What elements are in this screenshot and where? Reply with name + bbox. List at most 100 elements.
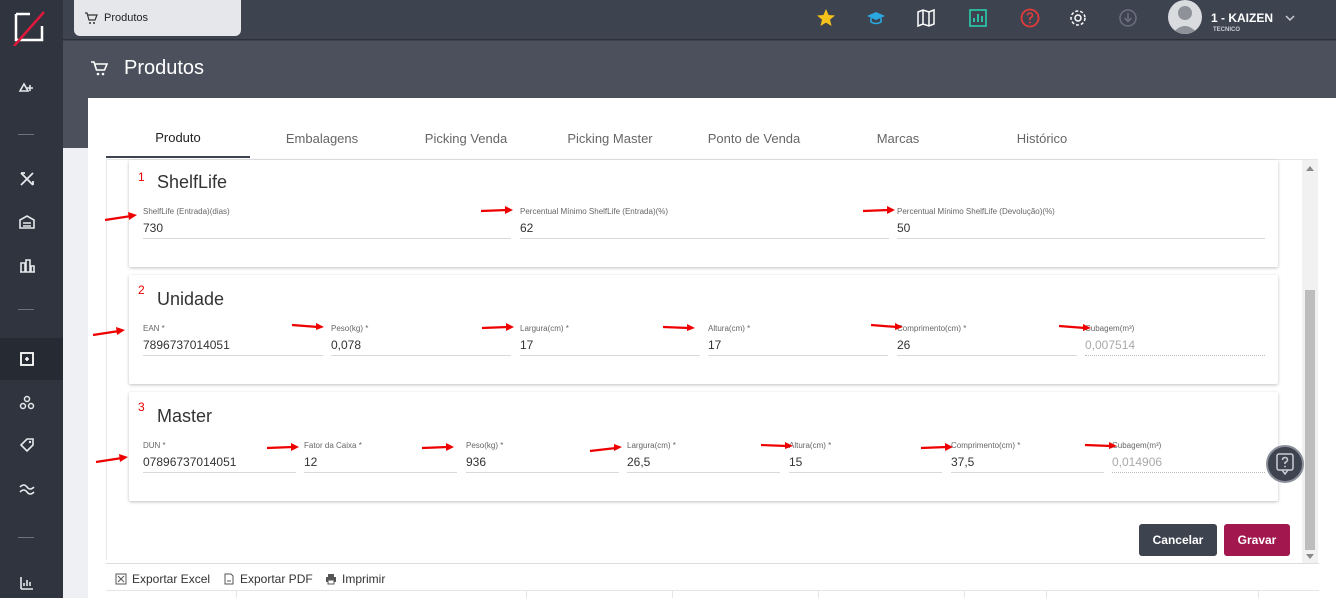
buildings-icon[interactable]: [16, 255, 38, 277]
field-value[interactable]: 26: [897, 338, 1077, 356]
field-label: Percentual Mínimo ShelfLife (Entrada)(%): [520, 207, 669, 216]
field-label: EAN *: [143, 324, 165, 333]
annotation-number: 2: [138, 283, 145, 297]
section-title: ShelfLife: [157, 172, 228, 192]
chevron-down-icon[interactable]: [1283, 11, 1297, 25]
tab-marcas[interactable]: Marcas: [826, 118, 970, 158]
star-icon[interactable]: [815, 7, 837, 29]
field-value[interactable]: 15: [789, 455, 942, 473]
map-icon[interactable]: [915, 7, 937, 29]
annotation-arrow: [760, 442, 793, 449]
field-value[interactable]: 730: [143, 221, 511, 239]
top-bar: Produtos 1 - KAIZEN TECNICO: [63, 0, 1336, 40]
user-name[interactable]: 1 - KAIZEN: [1211, 11, 1273, 25]
export-excel-button[interactable]: Exportar Excel: [115, 572, 210, 586]
field-label: Altura(cm) *: [708, 324, 751, 333]
annotation-arrow: [291, 323, 324, 330]
field-label: Fator da Caixa *: [304, 441, 362, 450]
field-value[interactable]: 37,5: [951, 455, 1104, 473]
field-value[interactable]: 07896737014051: [143, 455, 296, 473]
field-label: DUN *: [143, 441, 166, 450]
avatar[interactable]: [1168, 0, 1202, 34]
excel-icon: [115, 573, 127, 585]
gear-icon[interactable]: [1067, 7, 1089, 29]
graduation-cap-icon[interactable]: [865, 7, 887, 29]
field-label: Largura(cm) *: [627, 441, 676, 450]
field-label: Largura(cm) *: [520, 324, 569, 333]
section-title: Unidade: [157, 289, 225, 309]
annotation-arrow: [95, 454, 128, 464]
help-icon[interactable]: [1019, 7, 1041, 29]
field-value[interactable]: 50: [897, 221, 1265, 239]
tab-picking-master[interactable]: Picking Master: [538, 118, 682, 158]
field-value[interactable]: 12: [304, 455, 457, 473]
help-chat-button[interactable]: [1266, 445, 1304, 483]
annotation-arrow: [104, 212, 137, 222]
chart-icon[interactable]: [967, 7, 989, 29]
save-button[interactable]: Gravar: [1224, 524, 1290, 556]
print-button[interactable]: Imprimir: [325, 572, 385, 586]
export-excel-label: Exportar Excel: [132, 572, 211, 586]
field-value[interactable]: 17: [520, 338, 700, 356]
tab-historico[interactable]: Histórico: [970, 118, 1114, 158]
field-label: Percentual Mínimo ShelfLife (Devolução)(…: [897, 207, 1055, 216]
page-title: Produtos: [124, 57, 205, 79]
tab-produto[interactable]: Produto: [106, 118, 250, 158]
annotation-arrow: [1058, 324, 1091, 331]
product-icon[interactable]: [16, 348, 38, 370]
cancel-button[interactable]: Cancelar: [1139, 524, 1217, 556]
annotation-arrow: [480, 206, 513, 214]
field-value[interactable]: 0,078: [331, 338, 511, 356]
tab-bar: Produto Embalagens Picking Venda Picking…: [106, 118, 1306, 158]
scale-icon[interactable]: [16, 76, 38, 98]
field-value[interactable]: 17: [708, 338, 888, 356]
footer-toolbar: Exportar Excel Exportar PDF Imprimir: [106, 563, 1319, 598]
field-value[interactable]: 26,5: [627, 455, 780, 473]
annotation-arrow: [862, 206, 895, 214]
field-value[interactable]: 936: [466, 455, 619, 473]
boxes-icon[interactable]: [16, 392, 38, 414]
tab-picking-venda[interactable]: Picking Venda: [394, 118, 538, 158]
warehouse-icon[interactable]: [16, 211, 38, 233]
section-shelflife: 1 ShelfLife ShelfLife (Entrada)(dias) 73…: [129, 160, 1278, 267]
tag-icon[interactable]: [16, 434, 38, 456]
field-label: ShelfLife (Entrada)(dias): [143, 207, 230, 216]
scroll-down-icon[interactable]: [1306, 554, 1314, 559]
annotation-number: 1: [138, 170, 145, 184]
open-tab-produtos[interactable]: Produtos: [74, 0, 241, 36]
scroll-up-icon[interactable]: [1306, 166, 1314, 171]
field-value[interactable]: 62: [520, 221, 889, 239]
export-pdf-button[interactable]: Exportar PDF: [223, 572, 313, 586]
tab-embalagens[interactable]: Embalagens: [250, 118, 394, 158]
annotation-arrow: [870, 323, 903, 330]
annotation-number: 3: [138, 400, 145, 414]
question-bubble-icon: [1276, 453, 1294, 475]
field-value[interactable]: 7896737014051: [143, 338, 323, 356]
field-label: Comprimento(cm) *: [897, 324, 967, 333]
field-label: Peso(kg) *: [466, 441, 504, 450]
product-card: Produto Embalagens Picking Venda Picking…: [88, 98, 1336, 598]
download-icon[interactable]: [1117, 7, 1139, 29]
sidebar: [0, 0, 63, 598]
report-icon[interactable]: [16, 572, 38, 594]
print-icon: [326, 574, 336, 585]
field-value: 0,007514: [1085, 338, 1265, 356]
scroll-thumb[interactable]: [1305, 290, 1315, 550]
field-label: Comprimento(cm) *: [951, 441, 1021, 450]
scrollbar[interactable]: [1302, 160, 1318, 565]
field-value: 0,014906: [1112, 455, 1265, 473]
annotation-arrow: [481, 323, 514, 331]
annotation-arrow: [662, 324, 695, 331]
tools-icon[interactable]: [16, 168, 38, 190]
annotation-arrow: [92, 327, 125, 337]
annotation-arrow: [421, 443, 454, 451]
annotation-arrow: [1084, 442, 1117, 449]
tab-ponto-de-venda[interactable]: Ponto de Venda: [682, 118, 826, 158]
logo-icon[interactable]: [8, 6, 48, 46]
pdf-icon: [224, 573, 234, 585]
flow-icon[interactable]: [16, 478, 38, 500]
section-title: Master: [157, 406, 213, 426]
cart-icon: [85, 12, 98, 24]
field-label: Peso(kg) *: [331, 324, 369, 333]
field-label: Altura(cm) *: [789, 441, 832, 450]
